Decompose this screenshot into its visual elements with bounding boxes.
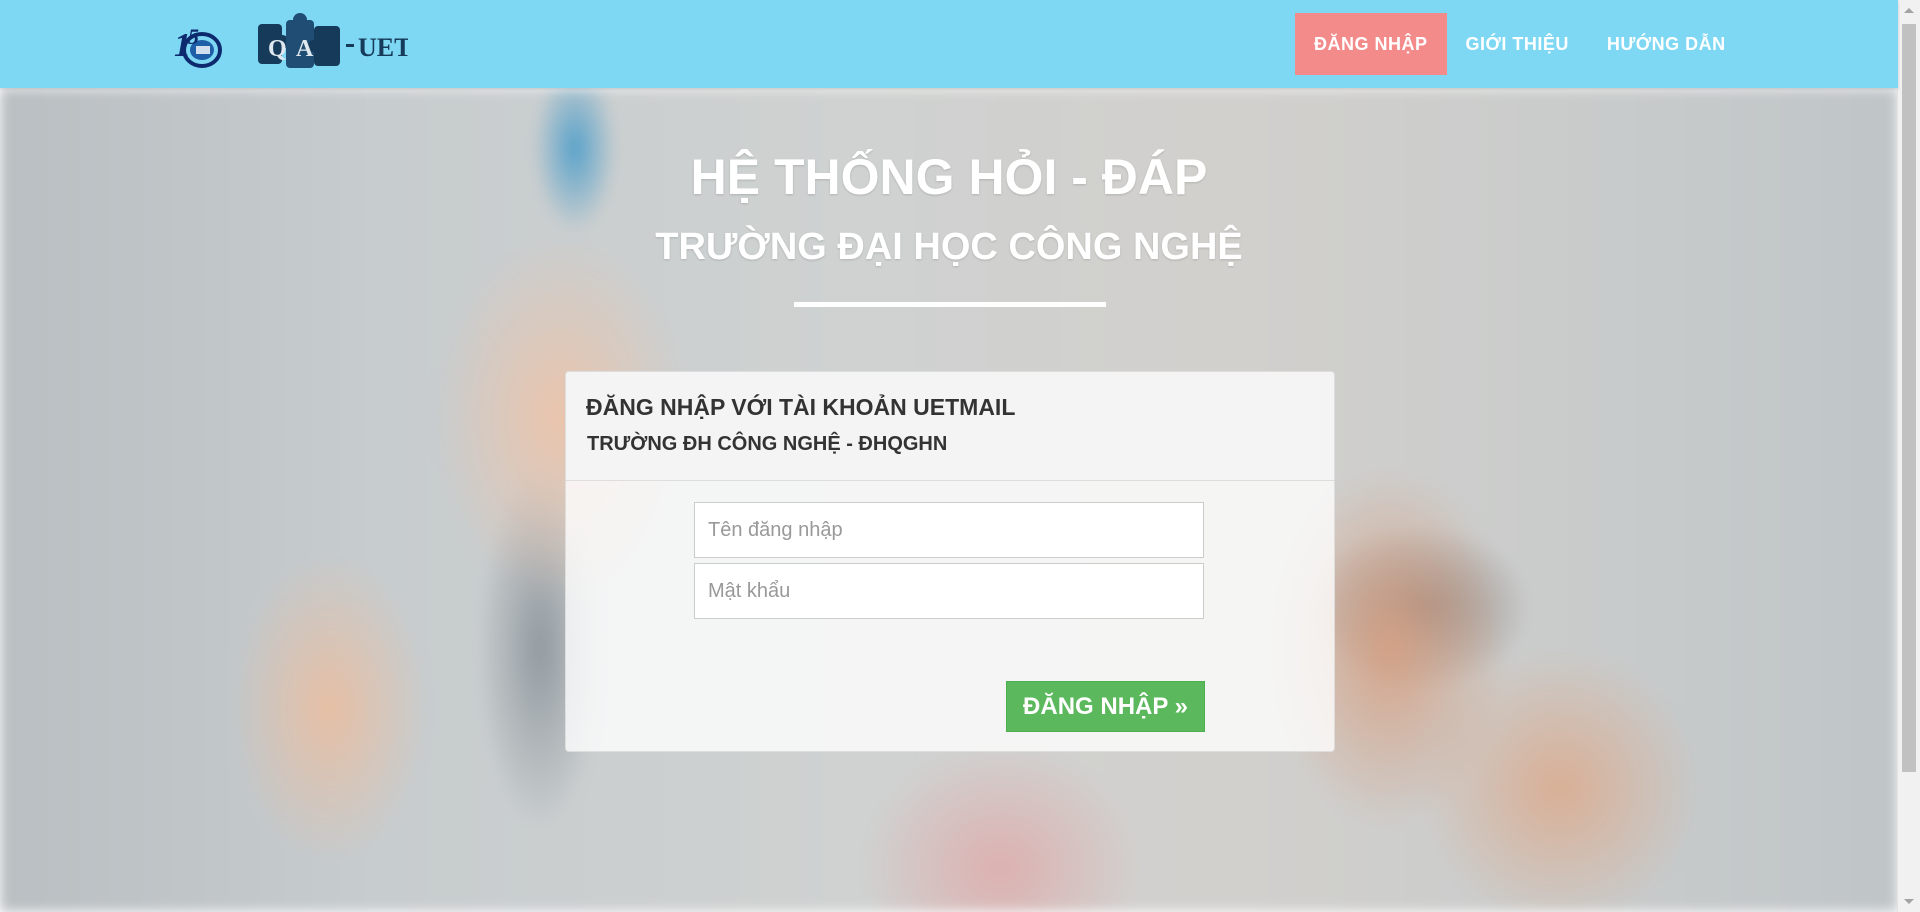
page-scrollbar[interactable] bbox=[1897, 0, 1920, 912]
qa-uet-logo[interactable]: Q A UET bbox=[256, 12, 408, 76]
scroll-down-arrow-icon[interactable] bbox=[1904, 899, 1914, 904]
uet-15-years-logo[interactable]: 1 5 bbox=[168, 22, 224, 70]
svg-text:UET: UET bbox=[358, 33, 408, 62]
login-panel: ĐĂNG NHẬP VỚI TÀI KHOẢN UETMAIL TRƯỜNG Đ… bbox=[565, 371, 1335, 752]
scrollbar-thumb[interactable] bbox=[1902, 24, 1916, 772]
svg-text:A: A bbox=[296, 36, 314, 62]
title-divider bbox=[794, 302, 1106, 307]
login-panel-heading: ĐĂNG NHẬP VỚI TÀI KHOẢN UETMAIL TRƯỜNG Đ… bbox=[566, 372, 1334, 481]
scroll-up-arrow-icon[interactable] bbox=[1904, 8, 1914, 13]
page: 1 5 Q A UET ĐĂNG NHẬP GIỚI THIỆU HƯỚNG D… bbox=[0, 0, 1920, 912]
login-panel-subtitle: TRƯỜNG ĐH CÔNG NGHỆ - ĐHQGHN bbox=[587, 433, 948, 455]
login-submit-button[interactable]: ĐĂNG NHẬP » bbox=[1006, 681, 1205, 732]
page-subtitle: TRƯỜNG ĐẠI HỌC CÔNG NGHỆ bbox=[655, 226, 1243, 268]
navbar: 1 5 Q A UET ĐĂNG NHẬP GIỚI THIỆU HƯỚNG D… bbox=[0, 0, 1898, 88]
svg-text:Q: Q bbox=[268, 36, 287, 62]
nav-link-about[interactable]: GIỚI THIỆU bbox=[1447, 13, 1588, 75]
nav-links: ĐĂNG NHẬP GIỚI THIỆU HƯỚNG DẪN bbox=[1295, 13, 1745, 75]
svg-text:5: 5 bbox=[188, 24, 199, 49]
nav-link-guide[interactable]: HƯỚNG DẪN bbox=[1588, 13, 1745, 75]
page-title: HỆ THỐNG HỎI - ĐÁP bbox=[690, 149, 1208, 205]
login-panel-title: ĐĂNG NHẬP VỚI TÀI KHOẢN UETMAIL bbox=[586, 394, 1016, 420]
nav-link-login[interactable]: ĐĂNG NHẬP bbox=[1295, 13, 1447, 75]
password-input[interactable] bbox=[694, 563, 1204, 619]
username-input[interactable] bbox=[694, 502, 1204, 558]
